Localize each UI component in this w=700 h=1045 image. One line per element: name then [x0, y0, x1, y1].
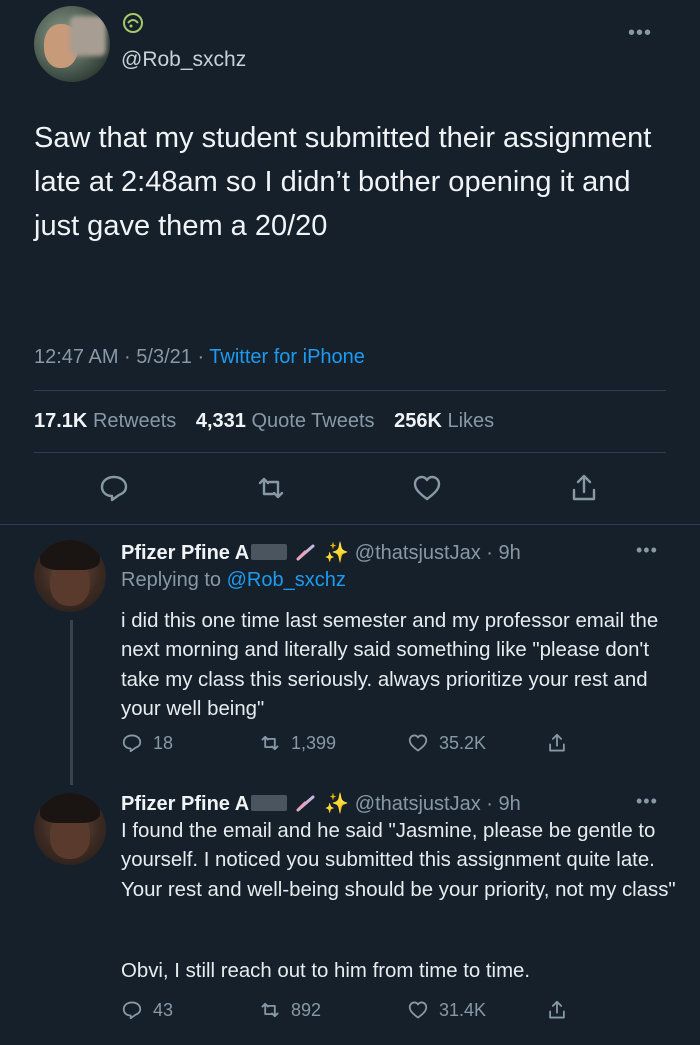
- reply-avatar[interactable]: [34, 540, 106, 612]
- rocket-icon: [296, 795, 315, 812]
- redaction: [251, 544, 288, 560]
- reply-handle[interactable]: @thatsjustJax: [355, 542, 481, 564]
- retweet-icon[interactable]: [259, 999, 281, 1021]
- thread-line: [70, 620, 73, 785]
- tweet-meta: 12:47 AM · 5/3/21 · Twitter for iPhone: [34, 346, 365, 369]
- like-icon[interactable]: [407, 732, 429, 754]
- reply-text: i did this one time last semester and my…: [121, 610, 659, 721]
- author-handle[interactable]: @Rob_sxchz: [121, 48, 246, 72]
- retweet-icon[interactable]: [259, 732, 281, 754]
- redaction: [251, 795, 288, 811]
- reply-actions: 43 892 31.4K: [121, 999, 661, 1029]
- reply-actions: 18 1,399 35.2K: [121, 732, 661, 762]
- reply-tweet[interactable]: Pfizer Pfine A ✨ @thatsjustJax · 9h ••• …: [0, 783, 700, 1045]
- divider: [34, 452, 666, 453]
- reply-author-name[interactable]: Pfizer Pfine A: [121, 542, 249, 564]
- share-icon[interactable]: [568, 472, 600, 504]
- reply-age[interactable]: · 9h: [486, 542, 520, 564]
- divider: [34, 390, 666, 391]
- reply-text: I found the email and he said "Jasmine, …: [121, 820, 676, 901]
- like-icon[interactable]: [411, 472, 443, 504]
- reply-author-name[interactable]: Pfizer Pfine A: [121, 793, 249, 815]
- likes-stat[interactable]: 256K Likes: [394, 410, 494, 432]
- reply-text-second-paragraph: Obvi, I still reach out to him from time…: [121, 960, 531, 982]
- author-avatar[interactable]: [34, 6, 110, 82]
- sparkles-icon: ✨: [324, 542, 350, 564]
- quotes-stat[interactable]: 4,331 Quote Tweets: [196, 410, 375, 432]
- tweet-client[interactable]: Twitter for iPhone: [209, 346, 365, 368]
- reply-header: Pfizer Pfine A ✨ @thatsjustJax · 9h: [121, 540, 521, 565]
- reply-header: Pfizer Pfine A ✨ @thatsjustJax · 9h: [121, 791, 521, 816]
- mention-link[interactable]: @Rob_sxchz: [227, 569, 346, 591]
- reply-icon[interactable]: [121, 732, 143, 754]
- share-button[interactable]: [546, 732, 578, 754]
- retweets-stat[interactable]: 17.1K Retweets: [34, 410, 176, 432]
- reply-age[interactable]: · 9h: [486, 793, 520, 815]
- share-icon[interactable]: [546, 732, 568, 754]
- like-icon[interactable]: [407, 999, 429, 1021]
- rocket-icon: [296, 544, 315, 561]
- retweet-count[interactable]: 892: [259, 999, 321, 1021]
- replying-to: Replying to @Rob_sxchz: [121, 569, 346, 591]
- reply-icon[interactable]: [121, 999, 143, 1021]
- share-button[interactable]: [546, 999, 578, 1021]
- share-icon[interactable]: [546, 999, 568, 1021]
- tweet-timestamp[interactable]: 12:47 AM · 5/3/21 ·: [34, 346, 209, 368]
- reply-avatar[interactable]: [34, 793, 106, 865]
- tweet-actions: [0, 472, 700, 508]
- main-tweet: @Rob_sxchz ••• Saw that my student submi…: [0, 0, 700, 525]
- reply-count[interactable]: 43: [121, 999, 173, 1021]
- reply-tweet[interactable]: Pfizer Pfine A ✨ @thatsjustJax · 9h ••• …: [0, 525, 700, 785]
- retweet-icon[interactable]: [255, 472, 287, 504]
- sparkles-icon: ✨: [324, 793, 350, 815]
- reply-handle[interactable]: @thatsjustJax: [355, 793, 481, 815]
- more-icon[interactable]: •••: [628, 22, 652, 45]
- reply-count[interactable]: 18: [121, 732, 173, 754]
- more-icon[interactable]: •••: [636, 791, 658, 812]
- more-icon[interactable]: •••: [636, 540, 658, 561]
- like-count[interactable]: 35.2K: [407, 732, 486, 754]
- tweet-text: Saw that my student submitted their assi…: [34, 122, 652, 242]
- emoji-badge-icon: [123, 13, 143, 33]
- tweet-stats: 17.1K Retweets 4,331 Quote Tweets 256K L…: [34, 410, 494, 433]
- like-count[interactable]: 31.4K: [407, 999, 486, 1021]
- reply-icon[interactable]: [98, 472, 130, 504]
- retweet-count[interactable]: 1,399: [259, 732, 336, 754]
